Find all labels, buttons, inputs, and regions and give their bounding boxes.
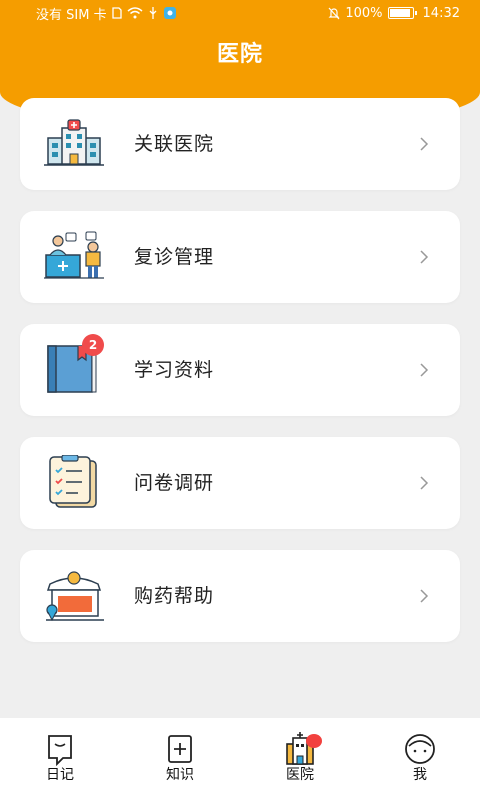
carrier-text: 没有 SIM 卡 bbox=[36, 7, 107, 23]
nav-hospital[interactable]: 医院 bbox=[240, 718, 360, 800]
card-label: 学习资料 bbox=[134, 359, 215, 381]
status-bar: 没有 SIM 卡 100% 14:32 bbox=[0, 0, 480, 26]
doctor-consult-icon bbox=[44, 231, 104, 279]
diary-icon bbox=[48, 735, 72, 766]
profile-icon bbox=[405, 734, 435, 764]
nav-diary[interactable]: 日记 bbox=[0, 718, 120, 800]
status-time: 14:32 bbox=[422, 5, 460, 21]
chevron-right-icon bbox=[420, 589, 429, 603]
battery-icon bbox=[387, 7, 417, 19]
page-title: 医院 bbox=[216, 42, 263, 67]
card-label: 关联医院 bbox=[134, 133, 215, 155]
nav-label: 医院 bbox=[286, 767, 314, 783]
card-study-materials[interactable]: 2 学习资料 bbox=[20, 324, 460, 416]
card-label: 购药帮助 bbox=[134, 585, 215, 607]
usb-icon bbox=[149, 7, 157, 19]
card-follow-up-management[interactable]: 复诊管理 bbox=[20, 211, 460, 303]
pharmacy-store-icon bbox=[46, 571, 104, 622]
bottom-nav: 日记 知识 医院 我 bbox=[0, 718, 480, 800]
app-notification-icon bbox=[163, 7, 176, 19]
card-medicine-purchase-help[interactable]: 购药帮助 bbox=[20, 550, 460, 642]
nav-label: 知识 bbox=[166, 767, 194, 783]
wifi-icon bbox=[127, 7, 143, 19]
card-label: 复诊管理 bbox=[134, 246, 215, 268]
battery-percent: 100% bbox=[345, 5, 383, 21]
hospital-nav-badge bbox=[306, 734, 322, 748]
knowledge-icon bbox=[168, 735, 192, 763]
card-linked-hospital[interactable]: 关联医院 bbox=[20, 98, 460, 190]
chevron-right-icon bbox=[420, 250, 429, 264]
nav-knowledge[interactable]: 知识 bbox=[120, 718, 240, 800]
mute-bell-icon bbox=[328, 7, 340, 19]
card-questionnaire-survey[interactable]: 问卷调研 bbox=[20, 437, 460, 529]
nav-label: 日记 bbox=[46, 767, 74, 783]
checklist-icon bbox=[49, 455, 97, 508]
nav-profile[interactable]: 我 bbox=[360, 718, 480, 800]
study-materials-badge: 2 bbox=[82, 334, 104, 356]
menu-card-list: 关联医院 复诊管理 2 学习资料 问卷调研 购药帮助 bbox=[20, 98, 460, 663]
chevron-right-icon bbox=[420, 137, 429, 151]
sim-card-icon bbox=[111, 7, 122, 19]
book-icon-wrapper: 2 bbox=[44, 334, 104, 398]
chevron-right-icon bbox=[420, 363, 429, 377]
hospital-icon bbox=[44, 119, 104, 166]
card-label: 问卷调研 bbox=[134, 472, 215, 494]
chevron-right-icon bbox=[420, 476, 429, 490]
nav-label: 我 bbox=[413, 767, 427, 783]
